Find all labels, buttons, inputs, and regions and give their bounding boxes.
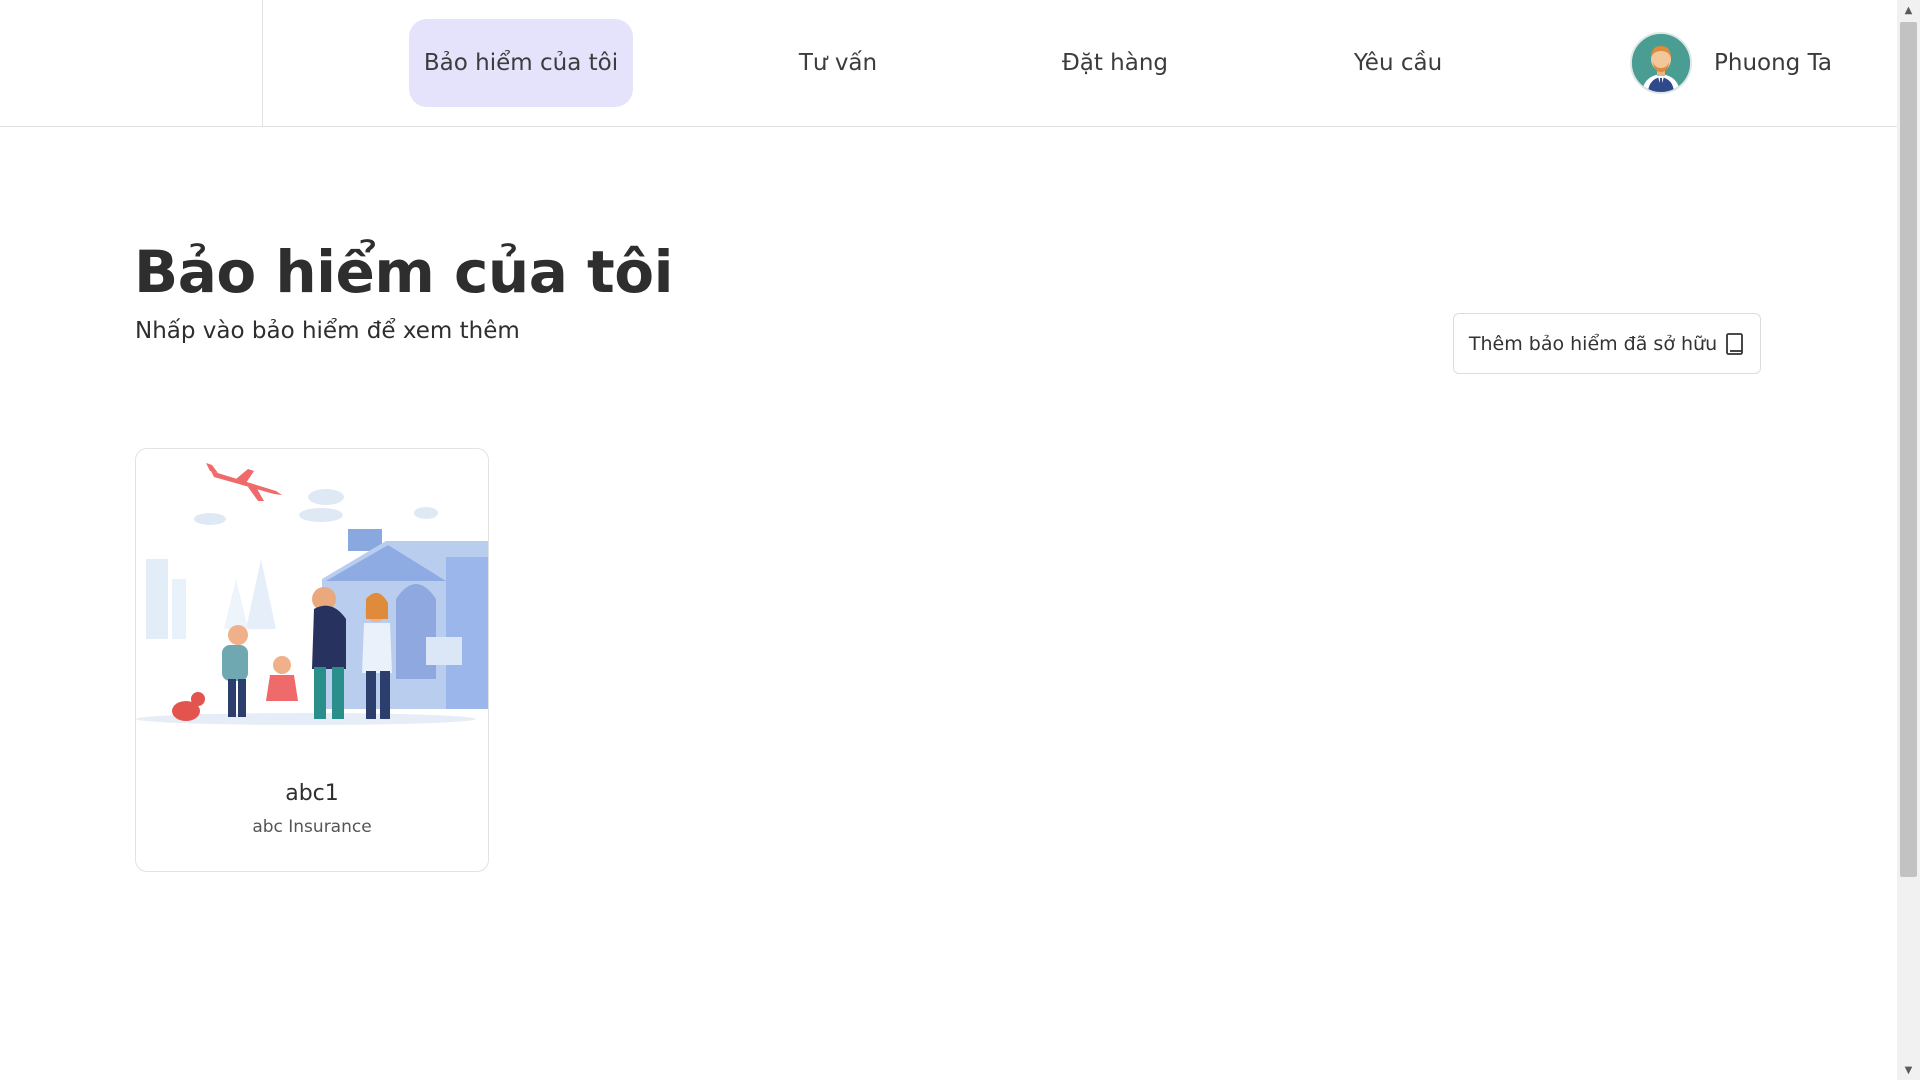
scroll-up-icon[interactable]: ▲ [1897,0,1920,20]
scroll-down-icon[interactable]: ▼ [1897,1060,1920,1080]
page: Bảo hiểm của tôi Tư vấn Đặt hàng Yêu cầu [0,0,1920,1080]
user-menu[interactable]: Phuong Ta [1630,32,1832,94]
nav-item-label: Đặt hàng [1061,50,1169,76]
document-icon [1725,332,1745,356]
add-button-label: Thêm bảo hiểm đã sở hữu [1468,332,1718,355]
card-provider: abc Insurance [252,817,372,837]
nav-item-label: Yêu cầu [1353,50,1443,76]
nav-item-my-insurance[interactable]: Bảo hiểm của tôi [409,19,633,107]
page-title: Bảo hiểm của tôi [134,238,673,306]
nav-item-consult[interactable]: Tư vấn [770,19,906,107]
page-subtitle: Nhấp vào bảo hiểm để xem thêm [135,318,520,344]
scroll-thumb[interactable] [1900,22,1917,877]
card-title: abc1 [285,781,339,806]
vertical-scrollbar[interactable]: ▲ ▼ [1897,0,1920,1080]
nav-item-label: Tư vấn [798,50,878,76]
add-owned-insurance-button[interactable]: Thêm bảo hiểm đã sở hữu [1453,313,1761,374]
insurance-card[interactable]: abc1 abc Insurance [135,448,489,872]
family-travel-illustration [136,449,488,739]
nav-item-order[interactable]: Đặt hàng [1040,19,1190,107]
nav-item-requests[interactable]: Yêu cầu [1330,19,1466,107]
top-navbar: Bảo hiểm của tôi Tư vấn Đặt hàng Yêu cầu [0,0,1897,127]
user-avatar-icon [1630,32,1692,94]
user-name: Phuong Ta [1714,50,1832,76]
nav-item-label: Bảo hiểm của tôi [423,50,619,76]
logo-area [0,0,263,126]
